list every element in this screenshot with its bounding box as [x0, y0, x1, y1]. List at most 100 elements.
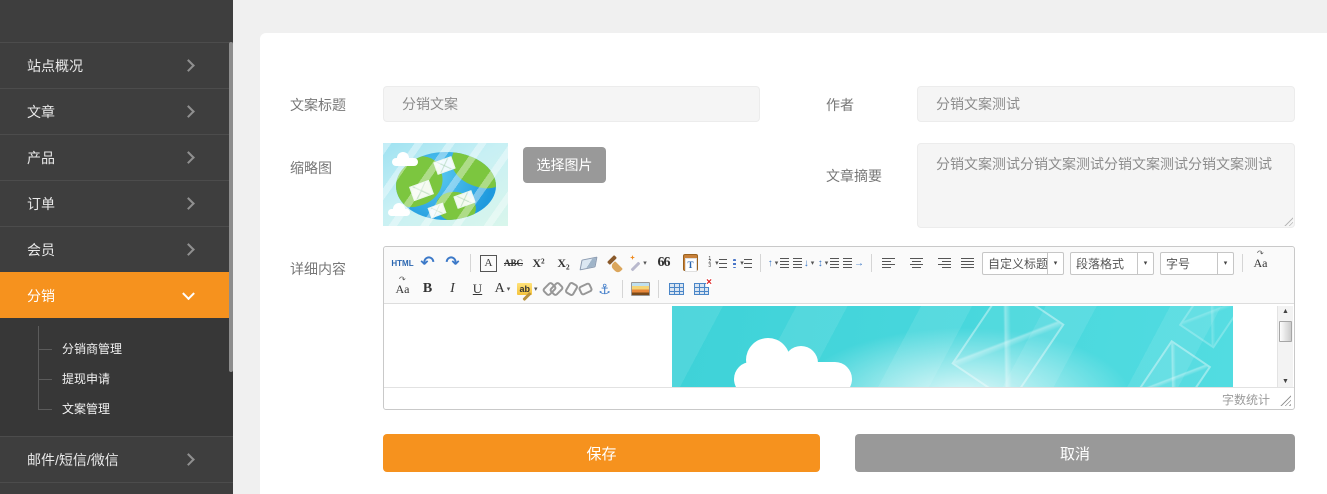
sidebar-header: [0, 0, 233, 42]
icon-glyph: HTML: [391, 259, 413, 268]
scroll-up-icon[interactable]: ▲: [1278, 306, 1293, 318]
sidebar-item[interactable]: 产品: [0, 134, 233, 180]
icon-glyph: A: [495, 281, 505, 297]
html-source-icon[interactable]: HTML: [390, 252, 415, 274]
delete-table-icon[interactable]: [689, 278, 714, 300]
chevron-right-icon: [182, 243, 195, 256]
insert-image-icon[interactable]: [628, 278, 653, 300]
chevron-right-icon: [182, 453, 195, 466]
icon-glyph: U: [473, 281, 482, 297]
font-name-icon[interactable]: A: [476, 252, 501, 274]
italic-icon[interactable]: I: [440, 278, 465, 300]
sidebar-item[interactable]: 订单: [0, 180, 233, 226]
paste-as-text-icon[interactable]: T: [678, 252, 703, 274]
sidebar-subitem[interactable]: 分销商管理: [0, 334, 233, 364]
choose-image-button[interactable]: 选择图片: [523, 147, 606, 183]
sidebar-item[interactable]: 分销: [0, 272, 233, 318]
dropdown-caret-icon: ▾: [534, 285, 538, 293]
anchor-icon[interactable]: ⚓: [592, 278, 617, 300]
quick-format-icon[interactable]: ▾: [626, 252, 651, 274]
sidebar-subitem-label: 分销商管理: [62, 342, 122, 356]
toolbar-separator: [658, 280, 659, 298]
icon-glyph: ⚓: [598, 281, 611, 298]
thumbnail-label: 缩略图: [290, 158, 332, 178]
subscript-icon[interactable]: X₂: [551, 252, 576, 274]
app-screen: 站点概况文章产品订单会员分销分销商管理提现申请文案管理邮件/短信/微信 文案标题…: [0, 0, 1327, 494]
thumbnail-image: [383, 143, 508, 226]
icon-glyph: [669, 283, 684, 295]
indent-icon[interactable]: →: [841, 252, 866, 274]
superscript-icon[interactable]: X²: [526, 252, 551, 274]
author-input[interactable]: [917, 86, 1295, 122]
sidebar-item[interactable]: 会员: [0, 226, 233, 272]
cancel-button[interactable]: 取消: [855, 434, 1295, 472]
chevron-down-icon: ▾: [1217, 253, 1233, 274]
unlink-icon[interactable]: [565, 278, 592, 300]
chevron-down-icon: [182, 287, 195, 300]
sidebar-subitem[interactable]: 提现申请: [0, 364, 233, 394]
format-brush-icon[interactable]: [601, 252, 626, 274]
paragraph-format-select[interactable]: 段落格式▾: [1070, 252, 1154, 275]
sidebar-item-label: 分销: [27, 288, 55, 304]
chevron-right-icon: [182, 59, 195, 72]
first-line-indent-icon[interactable]: ↑▾: [766, 252, 791, 274]
summary-label: 文章摘要: [826, 166, 882, 186]
icon-glyph: [580, 256, 598, 270]
chevron-down-icon: ▾: [1047, 253, 1063, 274]
bold-icon[interactable]: B: [415, 278, 440, 300]
icon-glyph: I: [450, 281, 455, 297]
strikethrough-icon[interactable]: ABC: [501, 252, 526, 274]
redo-icon[interactable]: ↷: [440, 252, 465, 274]
eraser-icon[interactable]: [576, 252, 601, 274]
font-size-select[interactable]: 字号▾: [1160, 252, 1234, 275]
blockquote-icon[interactable]: 66: [651, 252, 676, 274]
sidebar-item-label: 订单: [27, 196, 55, 212]
letter-case-icon[interactable]: Aa: [1248, 252, 1273, 274]
icon-glyph: ↷: [445, 253, 459, 273]
sidebar-item[interactable]: 邮件/短信/微信: [0, 436, 233, 482]
cloud-shape: [388, 209, 410, 216]
paragraph-spacing-icon[interactable]: ↕▾: [816, 252, 841, 274]
undo-icon[interactable]: ↶: [415, 252, 440, 274]
link-icon[interactable]: [540, 278, 565, 300]
insert-table-icon[interactable]: [664, 278, 689, 300]
align-right-icon[interactable]: [928, 252, 956, 274]
content-image: [672, 306, 1233, 388]
summary-textarea[interactable]: 分销文案测试分销文案测试分销文案测试分销文案测试: [917, 143, 1295, 228]
dropdown-caret-icon: ▾: [775, 259, 779, 267]
dropdown-caret-icon: ▾: [507, 285, 511, 293]
sidebar-item-partial: [0, 482, 233, 489]
title-input[interactable]: [383, 86, 760, 122]
sidebar-item-label: 邮件/短信/微信: [27, 452, 119, 468]
save-button[interactable]: 保存: [383, 434, 820, 472]
align-justify-icon[interactable]: [956, 252, 979, 274]
sidebar-item[interactable]: 站点概况: [0, 42, 233, 88]
sidebar-subitem-label: 提现申请: [62, 372, 110, 386]
line-height-icon[interactable]: ↓▾: [791, 252, 816, 274]
toolbar-separator: [871, 254, 872, 272]
sidebar-item[interactable]: 文章: [0, 88, 233, 134]
icon-glyph: [631, 282, 650, 296]
icon-glyph: [694, 283, 709, 295]
highlight-color-icon[interactable]: ab▾: [515, 278, 540, 300]
icon-glyph: B: [423, 281, 432, 297]
icon-glyph: A: [480, 255, 497, 272]
dropdown-caret-icon: ▾: [715, 259, 719, 267]
sidebar-subitem[interactable]: 文案管理: [0, 394, 233, 424]
font-color-icon[interactable]: A▾: [490, 278, 515, 300]
sidebar: 站点概况文章产品订单会员分销分销商管理提现申请文案管理邮件/短信/微信: [0, 0, 233, 494]
ordered-list-icon[interactable]: ▾: [705, 252, 730, 274]
chevron-right-icon: [182, 105, 195, 118]
underline-icon[interactable]: U: [465, 278, 490, 300]
heading-select[interactable]: 自定义标题▾: [982, 252, 1064, 275]
sidebar-scrollbar[interactable]: [229, 42, 233, 372]
letter-case-icon[interactable]: Aa: [390, 278, 415, 300]
scrollbar-thumb[interactable]: [1279, 321, 1292, 342]
align-center-icon[interactable]: [905, 252, 928, 274]
editor-resize-handle[interactable]: [1280, 395, 1291, 406]
sidebar-submenu: 分销商管理提现申请文案管理: [0, 318, 233, 436]
align-left-icon[interactable]: [877, 252, 905, 274]
editor-content-area[interactable]: ▲ ▼: [384, 304, 1294, 388]
unordered-list-icon[interactable]: ▾: [730, 252, 755, 274]
editor-scrollbar: ▲ ▼: [1277, 306, 1293, 388]
